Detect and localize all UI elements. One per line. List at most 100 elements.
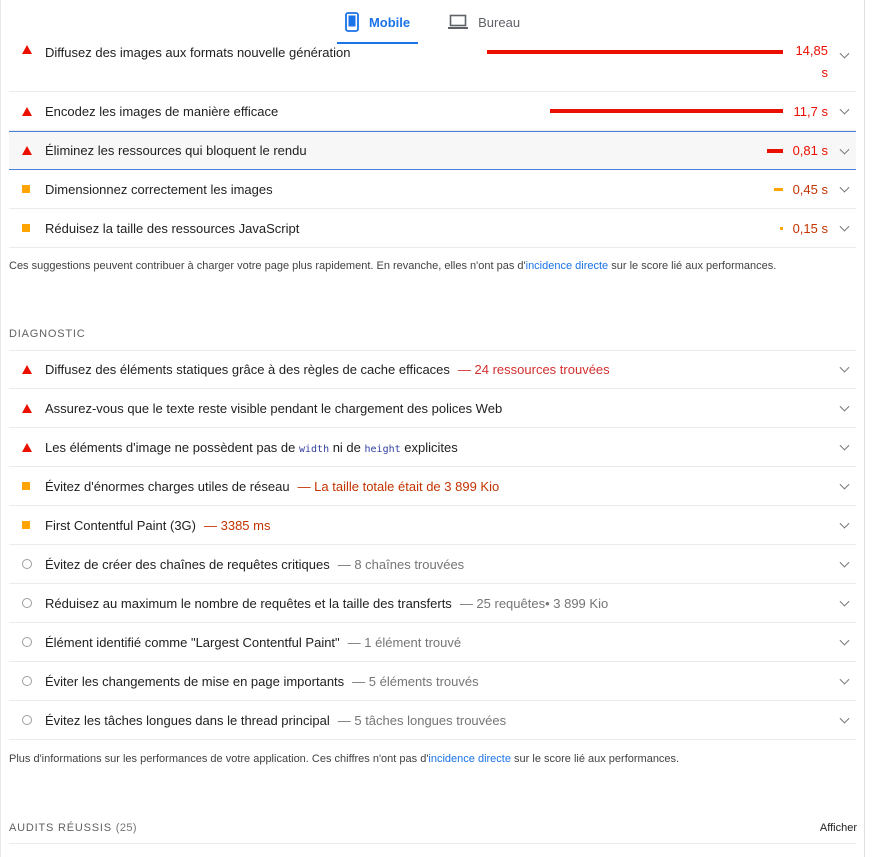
title-part: ni de [329,439,365,455]
info-circle-icon [9,598,45,608]
diagnostic-note: Plus d'informations sur les performances… [9,753,679,765]
audit-title: Dimensionnez correctement les images [45,181,273,197]
chevron-down-icon[interactable] [839,557,850,568]
audit-display-value: — 5 tâches longues trouvées [337,712,507,728]
info-circle-icon [9,715,45,725]
savings-bar [774,188,783,191]
code-width: width [298,443,330,455]
code-height: height [364,443,401,455]
title-part: Les éléments d'image ne possèdent pas de [45,439,299,455]
audit-title: Assurez-vous que le texte reste visible … [45,400,503,416]
average-square-icon [9,185,45,193]
info-circle-icon [9,559,45,569]
direct-impact-link[interactable]: incidence directe [428,753,511,765]
fail-triangle-icon [9,442,45,452]
note-text: Plus d'informations sur les performances… [9,753,429,765]
audit-row-lcp-element[interactable]: Élément identifié comme "Largest Content… [9,623,856,662]
audit-row-network-payloads[interactable]: Évitez d'énormes charges utiles de résea… [9,467,856,506]
chevron-down-icon[interactable] [839,144,850,155]
audit-title: Les éléments d'image ne possèdent pas de… [45,440,458,455]
audit-value: 0,15 s [792,220,828,236]
audit-row-font-display[interactable]: Assurez-vous que le texte reste visible … [9,389,856,428]
audit-row-cache-policy[interactable]: Diffusez des éléments statiques grâce à … [9,350,856,389]
laptop-icon [448,14,469,29]
audit-row-next-gen-images[interactable]: Diffusez des images aux formats nouvelle… [9,38,856,92]
direct-impact-link[interactable]: incidence directe [526,260,609,272]
fail-triangle-icon [9,403,45,413]
info-circle-icon [9,676,45,686]
audit-row-layout-shift[interactable]: Éviter les changements de mise en page i… [9,662,856,701]
audit-row-unsized-images[interactable]: Les éléments d'image ne possèdent pas de… [9,428,856,467]
audit-title: Encodez les images de manière efficace [45,103,279,119]
chevron-down-icon[interactable] [839,596,850,607]
average-square-icon [9,521,45,529]
audit-title: Éliminez les ressources qui bloquent le … [45,143,307,158]
audit-row-efficient-images[interactable]: Encodez les images de manière efficace 1… [9,92,856,131]
average-square-icon [9,482,45,490]
average-square-icon [9,224,45,232]
chevron-down-icon[interactable] [839,479,850,490]
chevron-down-icon[interactable] [839,104,850,115]
note-text: sur le score lié aux performances. [510,753,680,765]
chevron-down-icon[interactable] [839,674,850,685]
audit-value: 11,7 s [793,103,828,119]
tab-mobile-label: Mobile [368,14,411,30]
audit-title: Réduisez la taille des ressources JavaSc… [45,220,300,236]
audit-title: Élément identifié comme "Largest Content… [45,634,340,650]
savings-bar [550,109,783,113]
savings-bar [780,227,783,230]
audit-title: Réduisez au maximum le nombre de requête… [45,595,452,611]
show-passed-audits-button[interactable]: Afficher [820,822,857,834]
audit-display-value: — 8 chaînes trouvées [337,556,465,572]
audit-display-value: — La taille totale était de 3 899 Kio [297,478,500,494]
diagnostic-heading: DIAGNOSTIC [9,328,86,340]
chevron-down-icon[interactable] [839,518,850,529]
chevron-down-icon[interactable] [839,362,850,373]
audit-title: First Contentful Paint (3G) [45,517,196,533]
audit-display-value: — 3385 ms [204,517,271,533]
audit-value: 0,81 s [792,143,828,158]
fail-triangle-icon [9,106,45,116]
fail-triangle-icon [9,364,45,374]
audit-display-value: — 24 ressources trouvées [457,361,610,377]
note-text: sur le score lié aux performances. [608,260,777,272]
chevron-down-icon[interactable] [839,635,850,646]
audit-title: Évitez d'énormes charges utiles de résea… [45,478,290,494]
chevron-down-icon[interactable] [839,713,850,724]
passed-count: (25) [115,822,137,834]
opportunities-list: Diffusez des images aux formats nouvelle… [9,38,856,248]
opportunities-note: Ces suggestions peuvent contribuer à cha… [9,260,776,272]
chevron-down-icon[interactable] [839,401,850,412]
audit-title: Évitez les tâches longues dans le thread… [45,712,330,728]
chevron-down-icon[interactable] [839,182,850,193]
chevron-down-icon[interactable] [839,221,850,232]
audit-row-resource-summary[interactable]: Réduisez au maximum le nombre de requête… [9,584,856,623]
audit-row-properly-size-images[interactable]: Dimensionnez correctement les images 0,4… [9,170,856,209]
audit-row-unminified-js[interactable]: Réduisez la taille des ressources JavaSc… [9,209,856,248]
audit-title: Diffusez des images aux formats nouvelle… [45,45,351,60]
chevron-down-icon[interactable] [839,48,850,59]
audit-title: Éviter les changements de mise en page i… [45,673,345,689]
savings-bar [767,149,783,153]
audit-row-critical-chains[interactable]: Évitez de créer des chaînes de requêtes … [9,545,856,584]
passed-heading-label: AUDITS RÉUSSIS [9,822,112,834]
savings-bar [487,50,783,54]
tab-desktop-label: Bureau [478,14,521,30]
audit-row-render-blocking[interactable]: Éliminez les ressources qui bloquent le … [9,131,856,170]
passed-audits-heading[interactable]: AUDITS RÉUSSIS (25) [9,822,137,834]
audit-value-unit: s [821,65,829,80]
chevron-down-icon[interactable] [839,440,850,451]
audit-title: Diffusez des éléments statiques grâce à … [45,361,450,377]
audit-row-long-tasks[interactable]: Évitez les tâches longues dans le thread… [9,701,856,740]
fail-triangle-icon [9,146,45,155]
audit-value: 0,45 s [792,181,828,197]
audit-title: Évitez de créer des chaînes de requêtes … [45,556,330,572]
audit-row-fcp-3g[interactable]: First Contentful Paint (3G) — 3385 ms [9,506,856,545]
audit-display-value: — 25 requêtes• 3 899 Kio [459,595,609,611]
audit-display-value: — 5 éléments trouvés [352,673,479,689]
title-part: explicites [400,439,458,455]
audit-value: 14,85 [795,43,828,58]
fail-triangle-icon [9,45,45,54]
audit-display-value: — 1 élément trouvé [347,634,462,650]
diagnostic-list: Diffusez des éléments statiques grâce à … [9,350,856,740]
